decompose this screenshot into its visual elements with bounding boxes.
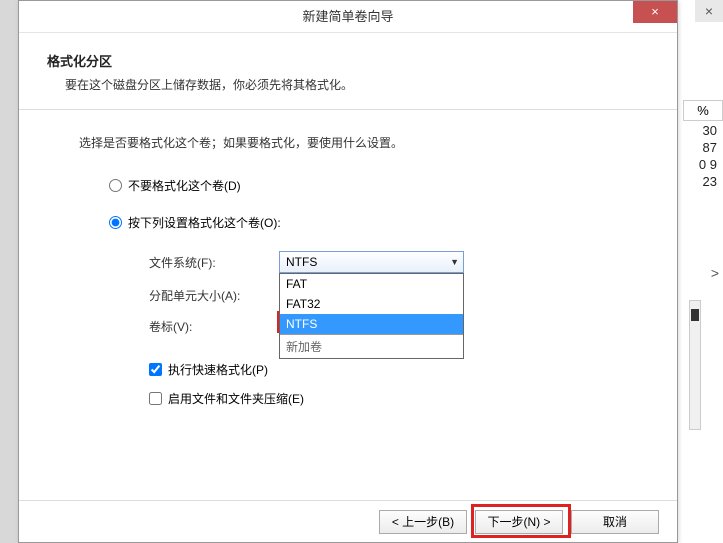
bg-column-values: 30 87 0 9 23: [683, 122, 723, 190]
volume-label-label: 卷标(V):: [149, 318, 279, 335]
next-button[interactable]: 下一步(N) >: [475, 510, 563, 534]
wizard-header-desc: 要在这个磁盘分区上储存数据，你必须先将其格式化。: [47, 76, 649, 93]
allocation-label: 分配单元大小(A):: [149, 287, 279, 304]
quick-format-checkbox[interactable]: [149, 363, 162, 376]
back-button[interactable]: < 上一步(B): [379, 510, 467, 534]
quick-format-label: 执行快速格式化(P): [168, 361, 268, 378]
filesystem-label: 文件系统(F):: [149, 254, 279, 271]
radio-format[interactable]: 按下列设置格式化这个卷(O):: [79, 214, 637, 231]
bg-scroll-right-arrow[interactable]: >: [711, 265, 719, 281]
compress-label: 启用文件和文件夹压缩(E): [168, 390, 304, 407]
dialog-content: 格式化分区 要在这个磁盘分区上储存数据，你必须先将其格式化。 选择是否要格式化这…: [19, 33, 677, 429]
cancel-button[interactable]: 取消: [571, 510, 659, 534]
titlebar: 新建简单卷向导 ×: [19, 1, 677, 33]
bg-value: 0 9: [683, 156, 723, 173]
compress-checkbox-row[interactable]: 启用文件和文件夹压缩(E): [79, 390, 637, 407]
wizard-header: 格式化分区 要在这个磁盘分区上储存数据，你必须先将其格式化。: [19, 33, 677, 110]
bg-scrollbar[interactable]: [689, 300, 701, 430]
radio-format-label: 按下列设置格式化这个卷(O):: [128, 214, 281, 231]
radio-no-format-input[interactable]: [109, 179, 122, 192]
format-settings: 文件系统(F): NTFS ▼ FAT FAT32 NTFS 新加卷: [79, 251, 637, 335]
radio-no-format-label: 不要格式化这个卷(D): [128, 177, 241, 194]
wizard-header-title: 格式化分区: [47, 51, 649, 70]
quick-format-checkbox-row[interactable]: 执行快速格式化(P): [79, 361, 637, 378]
radio-no-format[interactable]: 不要格式化这个卷(D): [79, 177, 637, 194]
bg-value: 23: [683, 173, 723, 190]
next-button-wrap: 下一步(N) >: [475, 510, 563, 534]
radio-format-input[interactable]: [109, 216, 122, 229]
bg-close-button[interactable]: ×: [695, 0, 723, 22]
bg-value: 87: [683, 139, 723, 156]
filesystem-value: NTFS: [286, 255, 317, 269]
wizard-footer: < 上一步(B) 下一步(N) > 取消: [19, 500, 677, 542]
wizard-body: 选择是否要格式化这个卷；如果要格式化，要使用什么设置。 不要格式化这个卷(D) …: [19, 110, 677, 429]
close-button[interactable]: ×: [633, 1, 677, 23]
dropdown-option-fat32[interactable]: FAT32: [280, 294, 463, 314]
compress-checkbox[interactable]: [149, 392, 162, 405]
bg-value: 30: [683, 122, 723, 139]
dropdown-option-fat[interactable]: FAT: [280, 274, 463, 294]
instruction-text: 选择是否要格式化这个卷；如果要格式化，要使用什么设置。: [79, 134, 637, 151]
chevron-down-icon: ▼: [450, 257, 459, 267]
dropdown-option-partial[interactable]: 新加卷: [280, 334, 463, 358]
filesystem-dropdown-list: FAT FAT32 NTFS 新加卷: [279, 273, 464, 359]
bg-scrollbar-thumb[interactable]: [691, 309, 699, 321]
dropdown-option-ntfs[interactable]: NTFS: [280, 314, 463, 334]
filesystem-dropdown[interactable]: NTFS ▼: [279, 251, 464, 273]
dialog-title: 新建简单卷向导: [19, 1, 677, 33]
wizard-dialog: 新建简单卷向导 × 格式化分区 要在这个磁盘分区上储存数据，你必须先将其格式化。…: [18, 0, 678, 543]
bg-column-header: %: [683, 100, 723, 121]
filesystem-row: 文件系统(F): NTFS ▼ FAT FAT32 NTFS 新加卷: [149, 251, 637, 273]
